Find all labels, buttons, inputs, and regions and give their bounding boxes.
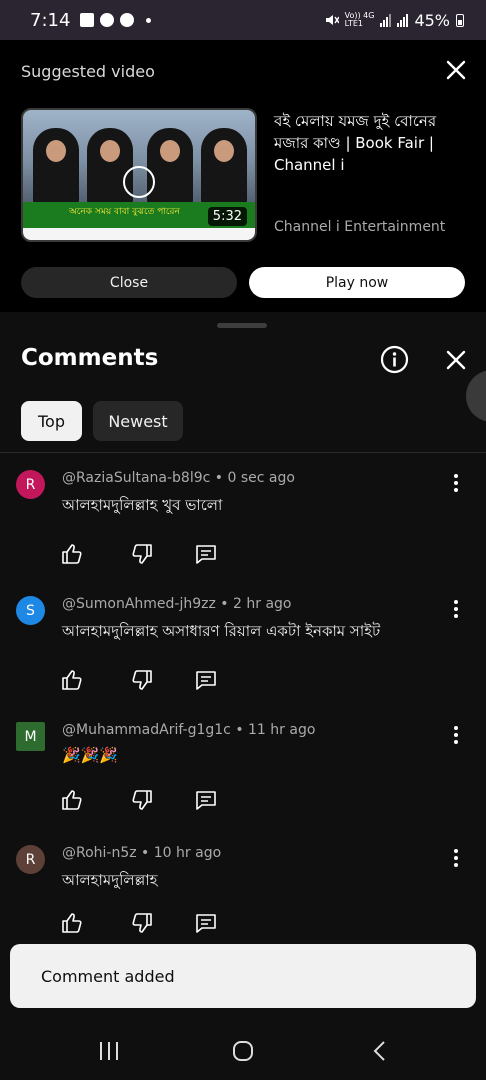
suggested-channel-name: Channel i Entertainment: [274, 219, 446, 235]
info-icon[interactable]: [380, 345, 409, 374]
snackbar: Comment added: [10, 944, 476, 1008]
suggested-video-panel: Suggested video অনেক সময় বাবা বুঝতে পার…: [0, 40, 486, 312]
thumb-down-icon[interactable]: [130, 788, 154, 812]
messenger-icon-2: [120, 13, 135, 27]
back-icon[interactable]: [368, 1040, 394, 1062]
video-duration: 5:32: [207, 207, 247, 226]
status-time: 7:14: [30, 9, 71, 31]
notification-icons: [80, 13, 152, 27]
floating-handle[interactable]: [466, 370, 486, 422]
comment-item: S @SumonAhmed-jh9zz • 2 hr ago আলহামদুলি…: [0, 596, 486, 716]
filter-chip-top[interactable]: Top: [21, 401, 82, 441]
avatar[interactable]: R: [16, 845, 45, 874]
comment-item: R @RaziaSultana-b8l9c • 0 sec ago আলহামদ…: [0, 470, 486, 590]
thumb-down-icon[interactable]: [130, 542, 154, 566]
thumb-up-icon[interactable]: [60, 668, 84, 692]
comment-author[interactable]: @SumonAhmed-jh9zz • 2 hr ago: [62, 596, 291, 612]
close-button[interactable]: Close: [21, 267, 237, 298]
comment-actions: [60, 788, 230, 814]
thumb-down-icon[interactable]: [130, 668, 154, 692]
thumbnail-caption: অনেক সময় বাবা বুঝতে পারেন: [69, 207, 180, 217]
video-thumbnail[interactable]: অনেক সময় বাবা বুঝতে পারেন 5:32: [21, 108, 257, 242]
thumb-down-icon[interactable]: [130, 911, 154, 935]
thumbnail-caption-bar-2: [23, 228, 255, 240]
comment-text: আলহামদুলিল্লাহ অসাধারণ রিয়াল একটা ইনকাম…: [62, 622, 381, 640]
reply-icon[interactable]: [194, 911, 218, 935]
battery-icon: [456, 13, 464, 27]
suggested-video-title[interactable]: বই মেলায় যমজ দুই বোনের মজার কাণ্ড | Boo…: [274, 110, 470, 176]
filter-chip-newest[interactable]: Newest: [93, 401, 183, 441]
thumbnail-person: [201, 128, 247, 206]
system-nav-bar: [0, 1012, 486, 1080]
avatar[interactable]: S: [16, 596, 45, 625]
reply-icon[interactable]: [194, 668, 218, 692]
comment-actions: [60, 542, 230, 568]
comment-actions: [60, 668, 230, 694]
status-right: Vo)) 4G LTE1 45%: [325, 11, 464, 30]
thumbnail-person: [147, 128, 193, 206]
snackbar-message: Comment added: [41, 966, 175, 986]
comment-text: 🎉🎉🎉: [62, 746, 119, 764]
mute-icon: [325, 15, 339, 25]
network-type: Vo)) 4G LTE1: [344, 11, 375, 28]
drag-handle[interactable]: [217, 323, 267, 328]
more-vert-icon[interactable]: [448, 724, 464, 746]
suggested-heading: Suggested video: [21, 62, 155, 81]
comment-text: আলহামদুলিল্লাহ খুব ভালো: [62, 496, 223, 514]
play-now-button[interactable]: Play now: [249, 267, 465, 298]
comment-item: M @MuhammadArif-g1g1c • 11 hr ago 🎉🎉🎉: [0, 722, 486, 842]
play-icon: [123, 166, 155, 198]
close-icon[interactable]: [444, 58, 468, 82]
battery-percent: 45%: [414, 10, 450, 30]
close-comments-icon[interactable]: [444, 348, 468, 372]
signal-icon-2: [397, 13, 409, 27]
thumbnail-person: [33, 128, 79, 206]
home-icon[interactable]: [230, 1040, 256, 1062]
comment-actions: [60, 911, 230, 937]
thumb-up-icon[interactable]: [60, 542, 84, 566]
gallery-icon: [80, 13, 95, 27]
reply-icon[interactable]: [194, 788, 218, 812]
comment-author[interactable]: @Rohi-n5z • 10 hr ago: [62, 845, 221, 861]
messenger-icon: [100, 13, 115, 27]
comment-author[interactable]: @RaziaSultana-b8l9c • 0 sec ago: [62, 470, 295, 486]
thumb-up-icon[interactable]: [60, 788, 84, 812]
more-notifications-icon: [146, 17, 152, 23]
avatar[interactable]: R: [16, 470, 45, 499]
more-vert-icon[interactable]: [448, 472, 464, 494]
thumb-up-icon[interactable]: [60, 911, 84, 935]
comments-title: Comments: [21, 345, 159, 371]
more-vert-icon[interactable]: [448, 598, 464, 620]
status-bar: 7:14 Vo)) 4G LTE1 45%: [0, 0, 486, 40]
avatar[interactable]: M: [16, 722, 45, 751]
thumbnail-person: [87, 128, 133, 206]
divider: [0, 452, 486, 453]
comments-sheet: Comments Top Newest R @RaziaSultana-b8l9…: [0, 312, 486, 1012]
more-vert-icon[interactable]: [448, 847, 464, 869]
recent-apps-icon[interactable]: [96, 1040, 122, 1062]
comment-author[interactable]: @MuhammadArif-g1g1c • 11 hr ago: [62, 722, 315, 738]
reply-icon[interactable]: [194, 542, 218, 566]
comment-text: আলহামদুলিল্লাহ: [62, 871, 158, 889]
signal-icon: [380, 13, 392, 27]
